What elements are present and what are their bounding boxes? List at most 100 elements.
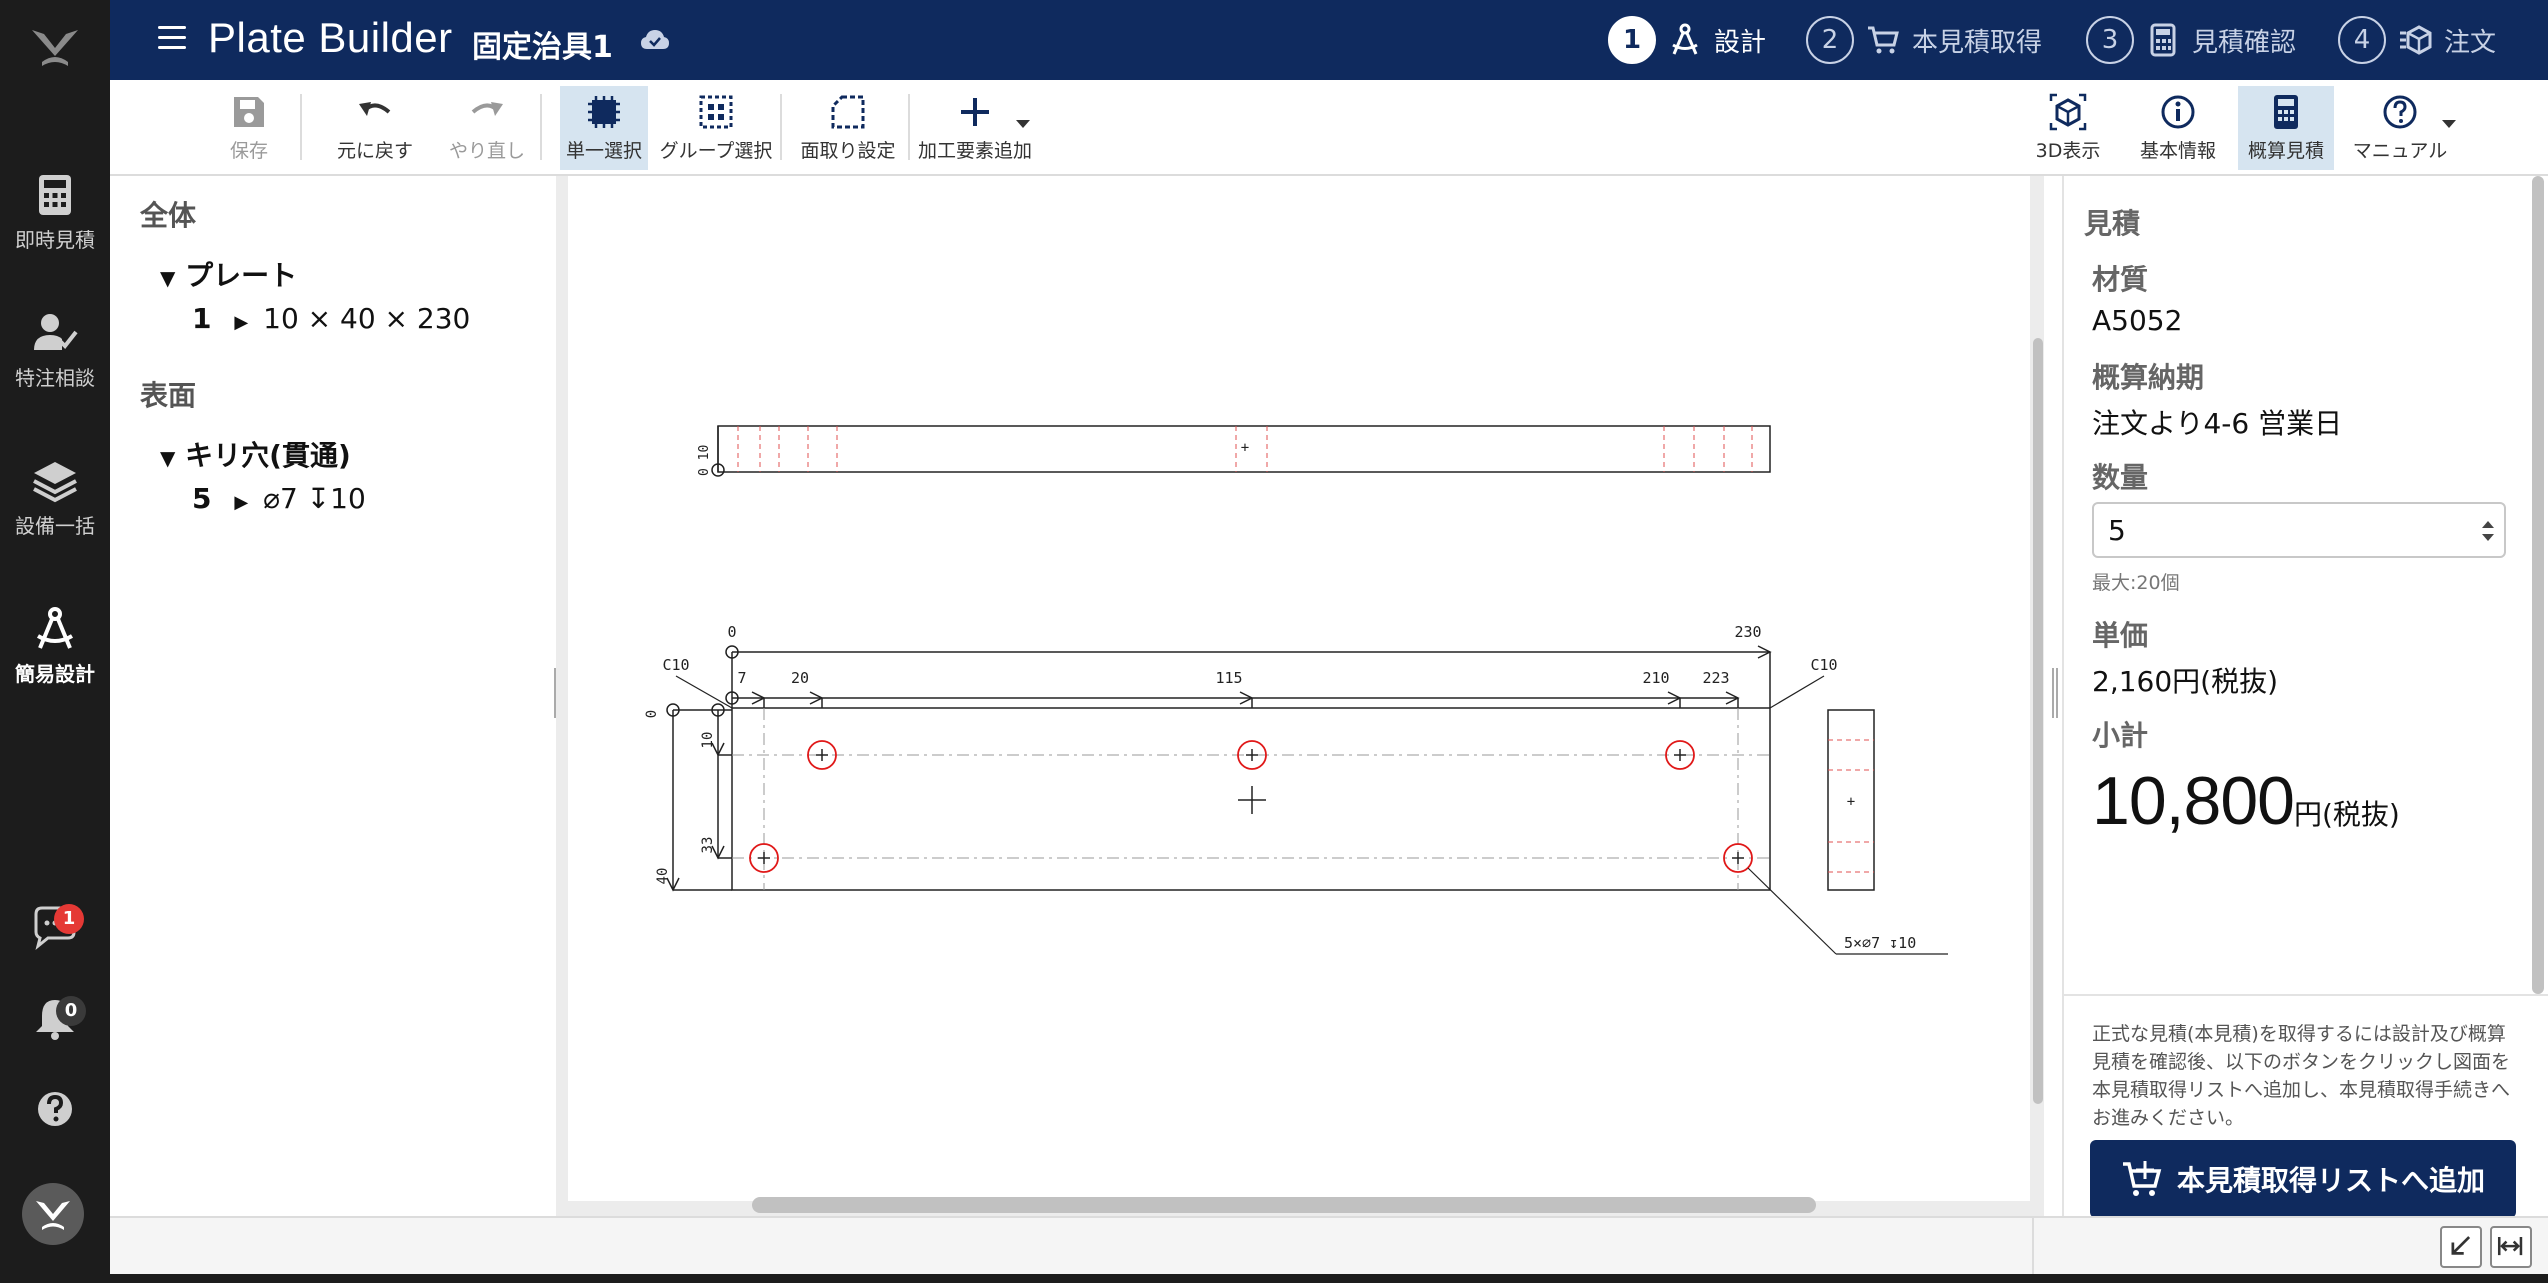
- unit-price-label: 単価: [2092, 619, 2149, 652]
- material-value: A5052: [2092, 304, 2183, 337]
- chevron-down-icon[interactable]: [2442, 120, 2456, 128]
- tree-item-holes[interactable]: 5 ▶ ⌀7 ↧10: [192, 482, 366, 515]
- end-view[interactable]: +: [1827, 709, 1875, 891]
- plate-top-view[interactable]: [731, 707, 1771, 891]
- plate-group-label: プレート: [185, 259, 298, 292]
- tree-group-holes[interactable]: ▼ キリ穴(貫通): [160, 434, 351, 474]
- save-icon: [234, 97, 264, 127]
- canvas-vertical-scrollbar[interactable]: [2033, 338, 2043, 1104]
- document-title[interactable]: 固定治具1: [472, 22, 613, 66]
- material-label: 材質: [2092, 263, 2149, 296]
- rail-item-bulk-equipment[interactable]: 設備一括: [0, 458, 110, 578]
- group-select-button[interactable]: グループ選択: [654, 86, 778, 170]
- subtotal-value: 10,800: [2092, 763, 2295, 839]
- subtotal-row: 10,800円(税抜): [2092, 762, 2400, 840]
- step-label: 見積確認: [2192, 27, 2297, 58]
- plate-drawing[interactable]: + 0 10 0 230 7 20 115 210 223 C10 C10 0 …: [568, 176, 2030, 1201]
- section-surface: 表面: [140, 379, 197, 412]
- chamfer-icon: [831, 95, 865, 129]
- panel-divider: [2064, 994, 2548, 996]
- cart-icon: [1868, 26, 1899, 54]
- undo-button[interactable]: 元に戻す: [320, 86, 430, 170]
- step-quote-confirm[interactable]: 3 見積確認: [2086, 14, 2296, 66]
- redo-icon: [471, 102, 503, 116]
- quantity-input[interactable]: [2092, 502, 2506, 558]
- toolbar-divider: [300, 94, 302, 160]
- add-feature-button[interactable]: 加工要素追加: [910, 86, 1040, 170]
- svg-text:+: +: [1241, 440, 1249, 456]
- right-panel-resize-handle[interactable]: [2052, 668, 2058, 718]
- manual-button[interactable]: マニュアル: [2342, 86, 2458, 170]
- leadtime-label: 概算納期: [2092, 361, 2205, 394]
- chamfer-label-left: C10: [662, 656, 689, 674]
- rail-item-simple-design[interactable]: 簡易設計: [0, 606, 110, 726]
- section-all: 全体: [140, 199, 197, 232]
- side-view[interactable]: + 0 10: [697, 425, 1771, 477]
- step-number: 1: [1608, 16, 1656, 64]
- estimate-panel-scrollbar[interactable]: [2532, 176, 2544, 994]
- dim-label-223: 223: [1702, 669, 1729, 687]
- single-select-icon: [588, 96, 620, 128]
- avatar-logo-icon: [36, 1201, 70, 1230]
- calculator-icon: [2274, 95, 2298, 129]
- step-number: 3: [2086, 16, 2134, 64]
- brand-logo-icon[interactable]: [28, 22, 82, 76]
- basic-info-button[interactable]: 基本情報: [2128, 86, 2228, 170]
- hole-callout-label: 5×⌀7 ↧10: [1844, 934, 1916, 952]
- collapse-panel-button[interactable]: [2440, 1226, 2482, 1268]
- cube-order-icon: [2400, 25, 2432, 55]
- rail-item-custom-consult[interactable]: 特注相談: [0, 310, 110, 430]
- tree-group-plate[interactable]: ▼ プレート: [160, 254, 297, 294]
- drawing-sheet[interactable]: + 0 10 0 230 7 20 115 210 223 C10 C10 0 …: [568, 176, 2030, 1201]
- side-thickness-label: 0 10: [697, 445, 712, 476]
- help-icon[interactable]: [30, 1084, 80, 1134]
- hole-group-label: キリ穴(貫通): [185, 439, 351, 472]
- arrow-down-left-icon: [2451, 1236, 2471, 1255]
- single-select-label: 単一選択: [565, 140, 642, 162]
- add-to-quote-list-label: 本見積取得リストへ追加: [2176, 1164, 2485, 1197]
- dim-label-210: 210: [1642, 669, 1669, 687]
- dim-label-20: 20: [791, 669, 809, 687]
- redo-button[interactable]: やり直し: [432, 86, 542, 170]
- chamfer-label: 面取り設定: [800, 140, 896, 162]
- rail-item-instant-quote[interactable]: 即時見積: [0, 172, 110, 292]
- basic-info-label: 基本情報: [2139, 140, 2216, 162]
- step-order[interactable]: 4 注文: [2338, 14, 2496, 66]
- cart-plus-icon: [2122, 1161, 2162, 1196]
- group-select-icon: [699, 95, 733, 129]
- step-design[interactable]: 1 設計: [1608, 14, 1766, 66]
- triangle-right-icon: ▶: [234, 312, 249, 333]
- rail-item-label: 即時見積: [15, 228, 95, 252]
- undo-label: 元に戻す: [336, 140, 413, 162]
- add-to-quote-list-button[interactable]: 本見積取得リストへ追加: [2090, 1140, 2516, 1218]
- top-bar: Plate Builder 固定治具1 1 設計 2 本見積取得 3 見積確認: [110, 0, 2548, 80]
- step-label: 本見積取得: [1912, 27, 2043, 58]
- drawing-canvas[interactable]: + 0 10 0 230 7 20 115 210 223 C10 C10 0 …: [556, 176, 2044, 1216]
- quantity-stepper-icon[interactable]: [2478, 516, 2498, 546]
- chevron-down-icon[interactable]: [1016, 120, 1030, 128]
- dim-label-0: 0: [727, 623, 736, 641]
- unit-price-value: 2,160円(税抜): [2092, 665, 2279, 698]
- status-divider: [2032, 1218, 2034, 1276]
- step-formal-quote[interactable]: 2 本見積取得: [1806, 14, 2042, 66]
- canvas-horizontal-scrollbar[interactable]: [752, 1197, 1816, 1213]
- menu-icon[interactable]: [158, 26, 186, 50]
- side-dim-10: 10: [700, 732, 716, 749]
- redo-label: やり直し: [448, 140, 525, 162]
- plus-icon: [961, 98, 989, 126]
- plate-dims: 10 × 40 × 230: [263, 302, 471, 335]
- status-bar: [110, 1216, 2548, 1276]
- group-select-label: グループ選択: [659, 140, 773, 162]
- fit-width-button[interactable]: [2490, 1226, 2532, 1268]
- tree-item-plate[interactable]: 1 ▶ 10 × 40 × 230: [192, 302, 470, 335]
- app-title: Plate Builder: [208, 14, 453, 61]
- single-select-button[interactable]: 単一選択: [560, 86, 648, 170]
- view-3d-button[interactable]: 3D表示: [2020, 86, 2116, 170]
- save-button[interactable]: 保存: [208, 86, 290, 170]
- toolbar-divider: [780, 94, 782, 160]
- cube-3d-icon: [2049, 93, 2087, 131]
- leadtime-value: 注文より4-6 営業日: [2092, 407, 2343, 440]
- chamfer-setting-button[interactable]: 面取り設定: [790, 86, 906, 170]
- estimate-button[interactable]: 概算見積: [2238, 86, 2334, 170]
- user-avatar[interactable]: [22, 1183, 84, 1245]
